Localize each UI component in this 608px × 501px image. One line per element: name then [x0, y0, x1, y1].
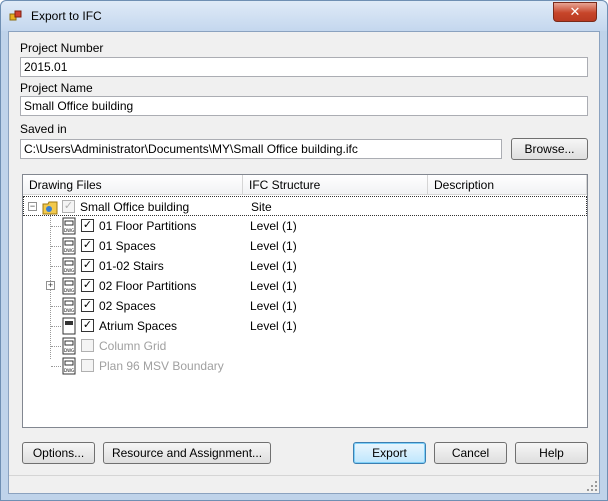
tree-item-row[interactable]: DWG ✓ 01-02 Stairs Level (1) [23, 256, 587, 276]
options-button[interactable]: Options... [22, 442, 95, 464]
dwg-file-icon: DWG [62, 337, 76, 355]
tree-item-row[interactable]: + DWG ✓ 02 Floor Partitions Level (1) [23, 276, 587, 296]
export-button[interactable]: Export [353, 442, 426, 464]
item-name: 02 Floor Partitions [99, 279, 197, 293]
resource-assignment-button[interactable]: Resource and Assignment... [103, 442, 271, 464]
svg-text:DWG: DWG [64, 248, 74, 253]
project-number-label: Project Number [20, 41, 104, 55]
app-icon [9, 10, 22, 21]
saved-in-label: Saved in [20, 122, 67, 136]
title-bar[interactable]: Export to IFC ✕ [1, 1, 607, 31]
svg-text:DWG: DWG [64, 288, 74, 293]
item-checkbox[interactable]: ✓ [81, 319, 94, 332]
dwg-file-icon: DWG [62, 217, 76, 235]
project-number-field[interactable]: 2015.01 [20, 57, 588, 77]
column-header-ifc-structure[interactable]: IFC Structure [243, 175, 428, 195]
svg-text:DWG: DWG [64, 308, 74, 313]
dwg-file-icon: DWG [62, 257, 76, 275]
tree-root-row[interactable]: − ✓ Small Office building Site [23, 196, 587, 216]
dialog-body: Project Number 2015.01 Project Name Smal… [8, 31, 600, 494]
status-bar [9, 475, 599, 493]
help-button[interactable]: Help [515, 442, 588, 464]
collapse-icon[interactable]: − [28, 202, 37, 211]
project-name-label: Project Name [20, 81, 93, 95]
tree-item-row[interactable]: DWG ✓ 02 Spaces Level (1) [23, 296, 587, 316]
item-structure: Level (1) [250, 279, 297, 293]
item-structure: Level (1) [250, 319, 297, 333]
tree-item-row[interactable]: DWG Plan 96 MSV Boundary [23, 356, 587, 376]
tree-item-row[interactable]: DWG Column Grid [23, 336, 587, 356]
item-name: 02 Spaces [99, 299, 156, 313]
item-structure: Level (1) [250, 219, 297, 233]
item-checkbox[interactable]: ✓ [81, 299, 94, 312]
item-checkbox[interactable]: ✓ [81, 219, 94, 232]
dwg-file-icon: DWG [62, 237, 76, 255]
column-header-drawing-files[interactable]: Drawing Files [23, 175, 243, 195]
svg-text:DWG: DWG [64, 368, 74, 373]
saved-in-path-field[interactable]: C:\Users\Administrator\Documents\MY\Smal… [20, 139, 502, 159]
item-name: 01-02 Stairs [99, 259, 164, 273]
root-structure: Site [251, 200, 272, 214]
item-structure: Level (1) [250, 239, 297, 253]
item-structure: Level (1) [250, 299, 297, 313]
item-structure: Level (1) [250, 259, 297, 273]
item-name: Column Grid [99, 339, 167, 353]
drawing-files-list[interactable]: Drawing Files IFC Structure Description … [22, 174, 588, 428]
project-folder-icon [42, 201, 58, 215]
item-checkbox[interactable]: ✓ [81, 259, 94, 272]
svg-text:DWG: DWG [64, 228, 74, 233]
cancel-button[interactable]: Cancel [434, 442, 507, 464]
item-checkbox[interactable] [81, 359, 94, 372]
project-name-field[interactable]: Small Office building [20, 96, 588, 116]
expand-icon[interactable]: + [46, 281, 55, 290]
root-checkbox[interactable]: ✓ [62, 200, 75, 213]
column-header-description[interactable]: Description [428, 175, 587, 195]
window-title: Export to IFC [31, 9, 102, 23]
item-name: 01 Spaces [99, 239, 156, 253]
item-name: Plan 96 MSV Boundary [99, 359, 224, 373]
item-name: 01 Floor Partitions [99, 219, 197, 233]
item-name: Atrium Spaces [99, 319, 178, 333]
svg-text:DWG: DWG [64, 348, 74, 353]
dwg-file-icon [62, 317, 76, 335]
resize-grip-icon[interactable] [587, 481, 597, 491]
tree-item-row[interactable]: DWG ✓ 01 Spaces Level (1) [23, 236, 587, 256]
dwg-file-icon: DWG [62, 297, 76, 315]
tree-item-row[interactable]: ✓ Atrium Spaces Level (1) [23, 316, 587, 336]
item-checkbox[interactable] [81, 339, 94, 352]
item-checkbox[interactable]: ✓ [81, 239, 94, 252]
svg-text:DWG: DWG [64, 268, 74, 273]
item-checkbox[interactable]: ✓ [81, 279, 94, 292]
dialog-window: Export to IFC ✕ Project Number 2015.01 P… [0, 0, 608, 501]
browse-button[interactable]: Browse... [511, 138, 588, 160]
root-name: Small Office building [80, 200, 190, 214]
dwg-file-icon: DWG [62, 277, 76, 295]
tree-item-row[interactable]: DWG ✓ 01 Floor Partitions Level (1) [23, 216, 587, 236]
close-button[interactable]: ✕ [553, 2, 597, 22]
dwg-file-icon: DWG [62, 357, 76, 375]
